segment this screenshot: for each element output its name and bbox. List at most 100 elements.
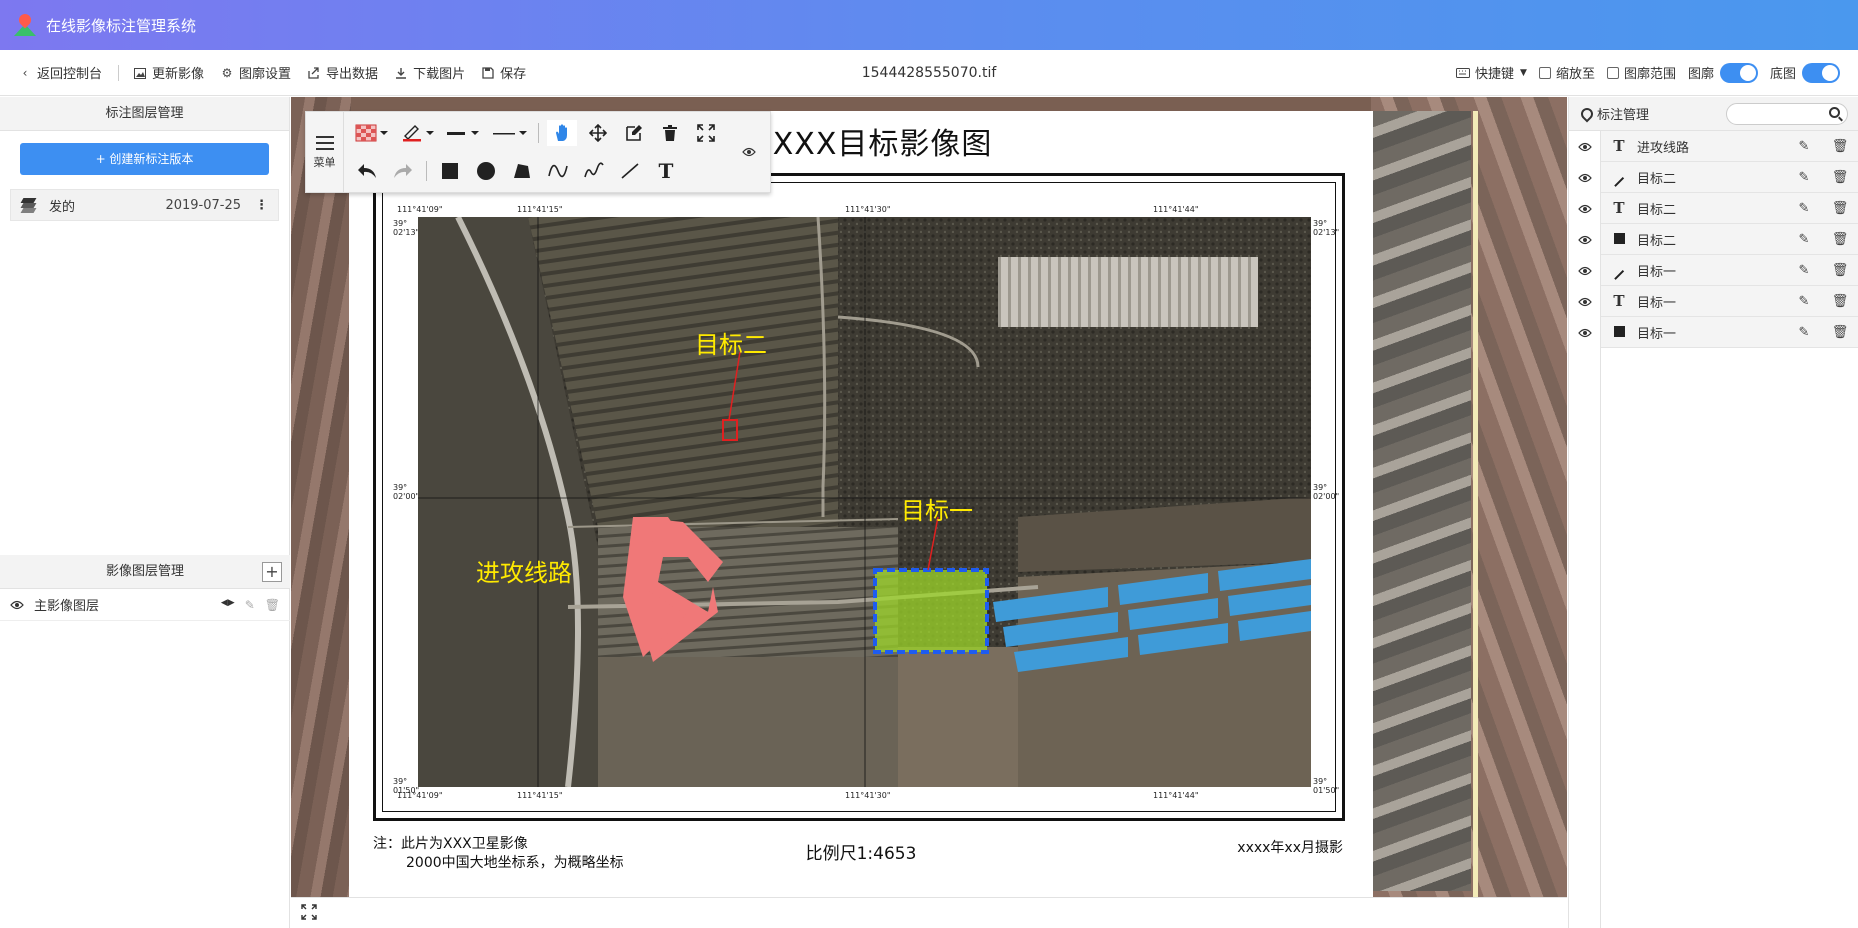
- eye-icon[interactable]: [1569, 255, 1600, 286]
- line-style-picker[interactable]: [490, 120, 530, 146]
- trash-icon[interactable]: 🗑: [1822, 170, 1858, 185]
- order-arrows-icon[interactable]: ◀▶: [221, 598, 235, 612]
- edit-icon[interactable]: ✎: [1786, 232, 1822, 247]
- annotation-item[interactable]: 目标二 ✎ 🗑: [1601, 224, 1858, 255]
- edit-icon[interactable]: ✎: [1786, 263, 1822, 278]
- fullscreen-icon: [697, 124, 715, 142]
- coord-label: 111°41'44": [1153, 205, 1199, 214]
- trash-icon[interactable]: 🗑: [1822, 325, 1858, 340]
- annotation-layers-header: 标注图层管理: [0, 97, 289, 131]
- fill-color-picker[interactable]: [352, 120, 392, 146]
- more-icon[interactable]: ⋮: [255, 198, 268, 213]
- annotation-item[interactable]: 目标二 ✎ 🗑: [1601, 162, 1858, 193]
- trash-icon[interactable]: 🗑: [1822, 232, 1858, 247]
- drawbar-divider: [538, 123, 539, 143]
- redo-button[interactable]: [388, 158, 418, 184]
- edit-icon[interactable]: ✎: [1786, 201, 1822, 216]
- version-item[interactable]: 发的 2019-07-25 ⋮: [10, 189, 279, 221]
- delete-tool-button[interactable]: [655, 120, 685, 146]
- curve-tool-button[interactable]: [543, 158, 573, 184]
- annotation-name: 目标一: [1637, 326, 1677, 342]
- download-image-button[interactable]: 下载图片: [394, 63, 465, 82]
- stroke-color-picker[interactable]: [398, 120, 438, 146]
- outline-settings-button[interactable]: ⚙ 图廓设置: [220, 63, 291, 83]
- back-button[interactable]: ‹ 返回控制台: [18, 63, 102, 83]
- search-icon[interactable]: [1829, 107, 1840, 118]
- basemap-toggle[interactable]: [1802, 62, 1840, 83]
- annotation-name: 目标一: [1637, 295, 1677, 311]
- eye-icon[interactable]: [742, 144, 756, 158]
- checkbox-icon: [1606, 66, 1619, 79]
- edit-icon[interactable]: ✎: [1786, 170, 1822, 185]
- edit-icon[interactable]: ✎: [1786, 139, 1822, 154]
- save-button[interactable]: 保存: [481, 63, 526, 82]
- trash-icon[interactable]: 🗑: [1822, 201, 1858, 216]
- menu-button[interactable]: 菜单: [306, 112, 344, 192]
- trash-icon[interactable]: 🗑: [265, 598, 280, 612]
- eye-icon[interactable]: [10, 598, 24, 612]
- export-data-button[interactable]: 导出数据: [307, 63, 378, 82]
- circle-tool-button[interactable]: [471, 158, 501, 184]
- zoom-to-checkbox[interactable]: 缩放至: [1538, 63, 1595, 82]
- polygon-icon: [1611, 323, 1627, 341]
- map-bottom-bar: [291, 897, 1567, 928]
- eye-icon[interactable]: [1569, 193, 1600, 224]
- save-icon: [481, 66, 495, 80]
- edit-tool-button[interactable]: [619, 120, 649, 146]
- app-logo-icon: [14, 11, 36, 36]
- satellite-image[interactable]: 目标二 目标一 进攻线路: [418, 217, 1311, 787]
- app-title: 在线影像标注管理系统: [46, 16, 197, 35]
- eye-icon[interactable]: [1569, 286, 1600, 317]
- expand-icon[interactable]: [301, 904, 317, 920]
- freehand-tool-button[interactable]: [579, 158, 609, 184]
- map-frame: 111°41'09" 111°41'15" 111°41'30" 111°41'…: [373, 173, 1345, 821]
- annotation-item[interactable]: 目标一 ✎ 🗑: [1601, 255, 1858, 286]
- annotation-item[interactable]: 目标一 ✎ 🗑: [1601, 317, 1858, 348]
- trash-icon[interactable]: 🗑: [1822, 139, 1858, 154]
- annotation-item[interactable]: T 进攻线路 ✎ 🗑: [1601, 131, 1858, 162]
- update-image-button[interactable]: 更新影像: [133, 63, 204, 82]
- map-canvas[interactable]: XXXXX目标影像图 111°41'09" 111°41'15" 111°41'…: [291, 97, 1567, 897]
- trash-icon[interactable]: 🗑: [1822, 294, 1858, 309]
- trash-icon[interactable]: 🗑: [1822, 263, 1858, 278]
- edit-icon[interactable]: ✎: [245, 598, 255, 612]
- label-target-one[interactable]: 目标一: [901, 491, 973, 526]
- create-version-button[interactable]: + 创建新标注版本: [20, 143, 269, 175]
- outline-range-checkbox[interactable]: 图廓范围: [1606, 63, 1676, 82]
- image-layer-row[interactable]: 主影像图层 ◀▶ ✎ 🗑: [0, 589, 290, 621]
- pan-tool-button[interactable]: [547, 120, 577, 146]
- menu-icon: [315, 136, 334, 150]
- polygon-tool-button[interactable]: [507, 158, 537, 184]
- annotation-name: 目标二: [1637, 171, 1677, 187]
- rectangle-tool-button[interactable]: [435, 158, 465, 184]
- coord-label: 39° 01'50": [393, 777, 420, 795]
- edit-icon[interactable]: ✎: [1786, 294, 1822, 309]
- annotation-search-input[interactable]: [1726, 103, 1848, 125]
- image-layers-section: 影像图层管理 + 主影像图层 ◀▶ ✎ 🗑: [0, 555, 290, 621]
- redo-icon: [394, 164, 412, 178]
- eye-icon[interactable]: [1569, 162, 1600, 193]
- eye-icon[interactable]: [1569, 131, 1600, 162]
- move-tool-button[interactable]: [583, 120, 613, 146]
- fullscreen-tool-button[interactable]: [691, 120, 721, 146]
- eye-icon[interactable]: [1569, 317, 1600, 348]
- line-tool-button[interactable]: [615, 158, 645, 184]
- annotation-name: 目标二: [1637, 233, 1677, 249]
- edit-icon[interactable]: ✎: [1786, 325, 1822, 340]
- download-icon: [394, 66, 408, 80]
- coord-label: 111°41'15": [517, 791, 563, 800]
- drawing-toolbar: 菜单 T: [305, 111, 771, 193]
- outline-toggle[interactable]: [1719, 62, 1758, 83]
- polygon-icon: [514, 164, 530, 178]
- text-tool-button[interactable]: T: [651, 158, 681, 184]
- label-attack-route[interactable]: 进攻线路: [476, 553, 572, 588]
- eye-icon[interactable]: [1569, 224, 1600, 255]
- label-target-two[interactable]: 目标二: [695, 325, 767, 360]
- annotation-item[interactable]: T 目标一 ✎ 🗑: [1601, 286, 1858, 317]
- shortcut-dropdown[interactable]: 快捷键 ▼: [1456, 63, 1527, 82]
- line-width-picker[interactable]: [444, 120, 484, 146]
- undo-button[interactable]: [352, 158, 382, 184]
- add-image-layer-button[interactable]: +: [262, 562, 282, 582]
- annotation-item[interactable]: T 目标二 ✎ 🗑: [1601, 193, 1858, 224]
- version-name: 发的: [49, 199, 76, 215]
